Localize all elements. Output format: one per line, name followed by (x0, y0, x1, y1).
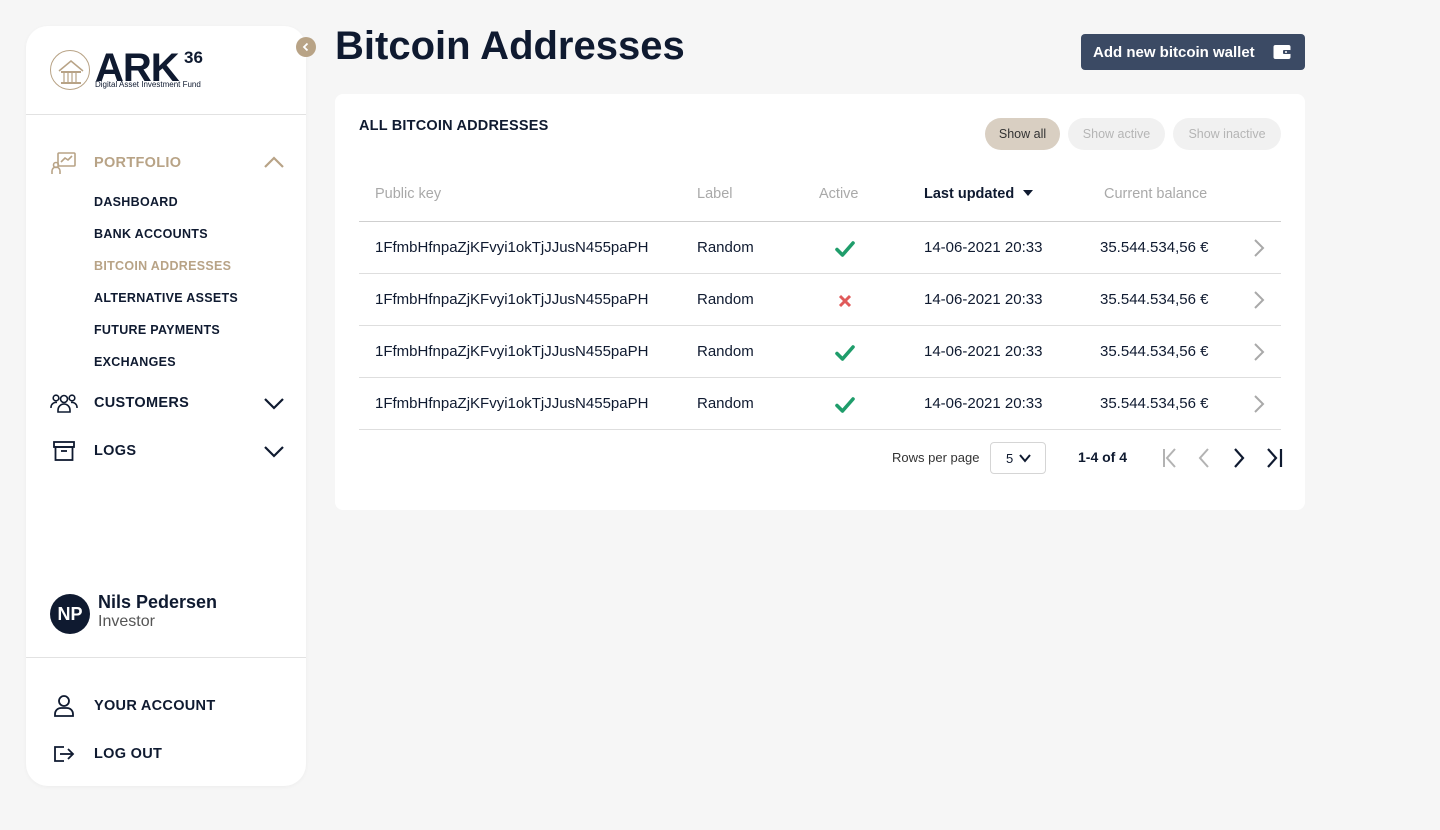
user-profile: NP Nils Pedersen Investor (50, 592, 290, 636)
label-cell: Random (697, 291, 754, 308)
balance-cell: 35.544.534,56 € (1100, 291, 1209, 308)
column-header-current-balance[interactable]: Current balance (1104, 186, 1207, 202)
last-updated-cell: 14-06-2021 20:33 (924, 239, 1043, 256)
bitcoin-addresses-card: ALL BITCOIN ADDRESSES Show all Show acti… (335, 94, 1305, 510)
chevron-left-icon (302, 42, 309, 52)
sidebar-item-dashboard[interactable]: DASHBOARD (94, 195, 178, 209)
sort-descending-icon (1023, 190, 1034, 196)
column-header-label-text: Last updated (924, 186, 1015, 202)
first-page-icon[interactable] (1158, 446, 1182, 470)
public-key-cell: 1FfmbHfnpaZjKFvyi1okTjJJusN455paPH (375, 395, 649, 412)
rows-per-page-label: Rows per page (892, 450, 980, 465)
sidebar-group-customers[interactable]: CUSTOMERS (50, 389, 286, 417)
sidebar-item-bank-accounts[interactable]: BANK ACCOUNTS (94, 227, 208, 241)
your-account-label: YOUR ACCOUNT (94, 698, 216, 714)
column-header-active[interactable]: Active (819, 186, 859, 202)
chart-board-icon (50, 149, 78, 177)
last-page-icon[interactable] (1262, 446, 1286, 470)
chevron-right-icon[interactable] (1251, 289, 1267, 311)
add-button-label: Add new bitcoin wallet (1093, 43, 1255, 61)
ark36-logo[interactable]: ARK 36 Digital Asset Investment Fund (50, 46, 230, 98)
add-bitcoin-wallet-button[interactable]: Add new bitcoin wallet (1081, 34, 1305, 70)
user-role: Investor (98, 613, 155, 630)
checkmark-icon (835, 241, 855, 257)
sidebar-item-bitcoin-addresses[interactable]: BITCOIN ADDRESSES (94, 259, 231, 273)
sidebar-group-label: PORTFOLIO (94, 155, 182, 171)
previous-page-icon[interactable] (1192, 446, 1216, 470)
column-header-label[interactable]: Label (697, 186, 732, 202)
rows-per-page-select[interactable]: 5 (990, 442, 1046, 474)
public-key-cell: 1FfmbHfnpaZjKFvyi1okTjJJusN455paPH (375, 291, 649, 308)
chevron-down-icon (1019, 454, 1031, 463)
chevron-down-icon[interactable] (262, 391, 286, 415)
column-header-last-updated[interactable]: Last updated (924, 186, 1034, 202)
public-key-cell: 1FfmbHfnpaZjKFvyi1okTjJJusN455paPH (375, 239, 649, 256)
last-updated-cell: 14-06-2021 20:33 (924, 291, 1043, 308)
page-range: 1-4 of 4 (1078, 449, 1128, 465)
chevron-down-icon[interactable] (262, 439, 286, 463)
balance-cell: 35.544.534,56 € (1100, 343, 1209, 360)
table-row[interactable]: 1FfmbHfnpaZjKFvyi1okTjJJusN455paPH Random… (359, 378, 1281, 430)
logout-icon (50, 740, 78, 768)
checkmark-icon (835, 345, 855, 361)
sidebar: ARK 36 Digital Asset Investment Fund POR… (26, 26, 306, 786)
chevron-right-icon[interactable] (1251, 237, 1267, 259)
sidebar-group-label: LOGS (94, 443, 137, 459)
public-key-cell: 1FfmbHfnpaZjKFvyi1okTjJJusN455paPH (375, 343, 649, 360)
chevron-up-icon[interactable] (262, 151, 286, 175)
avatar: NP (50, 594, 90, 634)
sidebar-item-exchanges[interactable]: EXCHANGES (94, 355, 176, 369)
sidebar-group-portfolio[interactable]: PORTFOLIO (50, 149, 286, 177)
filter-show-all-button[interactable]: Show all (985, 118, 1060, 150)
sidebar-item-future-payments[interactable]: FUTURE PAYMENTS (94, 323, 220, 337)
sidebar-divider (26, 657, 306, 658)
logo-tagline: Digital Asset Investment Fund (95, 80, 201, 89)
label-cell: Random (697, 395, 754, 412)
last-updated-cell: 14-06-2021 20:33 (924, 395, 1043, 412)
balance-cell: 35.544.534,56 € (1100, 395, 1209, 412)
sidebar-divider (26, 114, 306, 115)
sidebar-item-alternative-assets[interactable]: ALTERNATIVE ASSETS (94, 291, 238, 305)
wallet-icon (1273, 45, 1291, 59)
sidebar-group-logs[interactable]: LOGS (50, 437, 286, 465)
users-group-icon (50, 389, 78, 417)
collapse-sidebar-button[interactable] (296, 37, 316, 57)
rows-per-page-value: 5 (1006, 450, 1014, 466)
table-row[interactable]: 1FfmbHfnpaZjKFvyi1okTjJJusN455paPH Random… (359, 274, 1281, 326)
label-cell: Random (697, 239, 754, 256)
logo-emblem-icon (50, 50, 90, 90)
your-account-link[interactable]: YOUR ACCOUNT (50, 692, 286, 720)
last-updated-cell: 14-06-2021 20:33 (924, 343, 1043, 360)
chevron-right-icon[interactable] (1251, 341, 1267, 363)
balance-cell: 35.544.534,56 € (1100, 239, 1209, 256)
card-title: ALL BITCOIN ADDRESSES (359, 118, 549, 134)
logo-superscript: 36 (184, 48, 203, 67)
page-title: Bitcoin Addresses (335, 24, 685, 68)
log-out-link[interactable]: LOG OUT (50, 740, 286, 768)
filter-show-active-button[interactable]: Show active (1068, 118, 1165, 150)
archive-box-icon (50, 437, 78, 465)
filter-show-inactive-button[interactable]: Show inactive (1173, 118, 1281, 150)
label-cell: Random (697, 343, 754, 360)
log-out-label: LOG OUT (94, 746, 163, 762)
sidebar-group-label: CUSTOMERS (94, 395, 190, 411)
cross-icon (838, 294, 852, 308)
table-row[interactable]: 1FfmbHfnpaZjKFvyi1okTjJJusN455paPH Random… (359, 222, 1281, 274)
user-icon (50, 692, 78, 720)
column-header-public-key[interactable]: Public key (375, 186, 441, 202)
user-name: Nils Pedersen (98, 592, 218, 612)
checkmark-icon (835, 397, 855, 413)
table-row[interactable]: 1FfmbHfnpaZjKFvyi1okTjJJusN455paPH Random… (359, 326, 1281, 378)
chevron-right-icon[interactable] (1251, 393, 1267, 415)
next-page-icon[interactable] (1227, 446, 1251, 470)
